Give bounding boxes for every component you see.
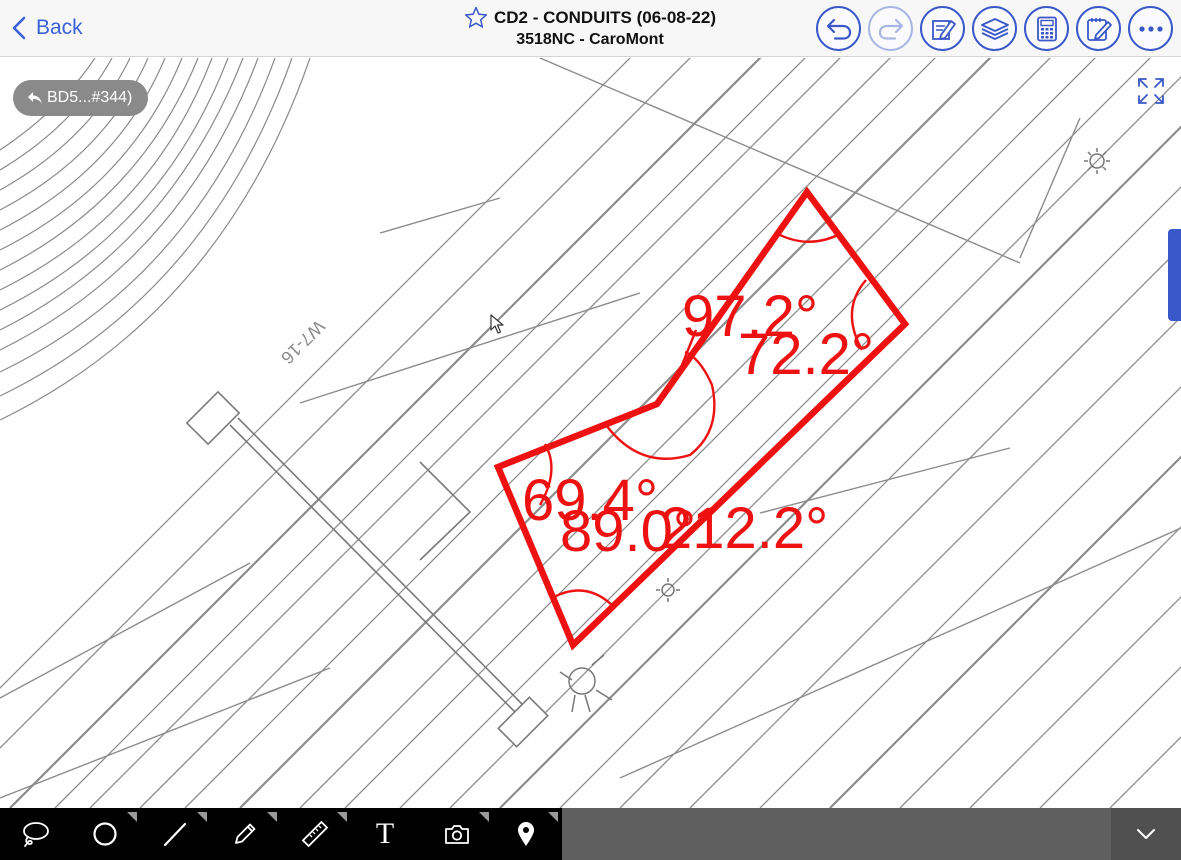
- fullscreen-expand-icon[interactable]: [1136, 76, 1166, 106]
- calculator-icon: [1036, 16, 1057, 41]
- top-navigation-bar: Back CD2 - CONDUITS (06-08-22) 3518NC - …: [0, 0, 1181, 57]
- submenu-corner-indicator: [197, 812, 207, 822]
- redo-button[interactable]: [868, 6, 913, 51]
- more-icon: [1138, 25, 1163, 32]
- redo-icon: [878, 18, 903, 40]
- calculator-button[interactable]: [1024, 6, 1069, 51]
- lasso-tool[interactable]: [5, 808, 65, 860]
- stamp-icon: [931, 19, 956, 40]
- lasso-icon: [23, 822, 49, 847]
- reference-label: BD5...#344): [47, 89, 133, 106]
- submenu-corner-indicator: [267, 812, 277, 822]
- star-icon[interactable]: [464, 6, 488, 29]
- submenu-corner-indicator: [337, 812, 347, 822]
- drawing-canvas[interactable]: W7-16 97.2° 72.2° 69.4° 89.0° 212.2°: [0, 58, 1181, 808]
- markup-toolbar: T: [0, 808, 1181, 860]
- document-title-block: CD2 - CONDUITS (06-08-22) 3518NC - CaroM…: [300, 6, 880, 50]
- pencil-tool[interactable]: [215, 808, 277, 860]
- angle-label-2: 72.2°: [738, 322, 874, 387]
- collapse-toolbar-button[interactable]: [1111, 808, 1181, 860]
- side-panel-handle[interactable]: [1168, 229, 1181, 321]
- circle-tool[interactable]: [75, 808, 137, 860]
- submenu-corner-indicator: [548, 812, 558, 822]
- plan-sheet[interactable]: W7-16 97.2° 72.2° 69.4° 89.0° 212.2°: [0, 58, 1181, 808]
- stamp-button[interactable]: [920, 6, 965, 51]
- text-tool[interactable]: T: [355, 808, 415, 860]
- undo-button[interactable]: [816, 6, 861, 51]
- ruler-tool[interactable]: [285, 808, 347, 860]
- location-pin-icon: [518, 822, 534, 846]
- circle-icon: [93, 822, 117, 846]
- reply-arrow-icon: [28, 92, 42, 104]
- sheet-label: W7-16: [277, 316, 329, 368]
- chevron-down-icon: [1137, 829, 1155, 839]
- camera-tool[interactable]: [427, 808, 489, 860]
- ruler-icon: [301, 820, 329, 848]
- layers-button[interactable]: [972, 6, 1017, 51]
- line-tool[interactable]: [145, 808, 207, 860]
- submenu-corner-indicator: [127, 812, 137, 822]
- submenu-corner-indicator: [479, 812, 489, 822]
- location-pin-tool[interactable]: [496, 808, 558, 860]
- notes-button[interactable]: [1076, 6, 1121, 51]
- document-title: CD2 - CONDUITS (06-08-22): [494, 8, 716, 27]
- project-name: 3518NC - CaroMont: [516, 31, 664, 48]
- header-toolbar: [816, 6, 1173, 51]
- line-icon: [163, 822, 187, 847]
- more-options-button[interactable]: [1128, 6, 1173, 51]
- back-button[interactable]: Back: [12, 12, 83, 44]
- undo-icon: [826, 18, 851, 40]
- conduit-run: [185, 390, 549, 748]
- pencil-icon: [235, 823, 256, 844]
- back-label: Back: [36, 16, 83, 39]
- chevron-left-icon: [12, 16, 26, 40]
- text-tool-label: T: [375, 817, 395, 850]
- mouse-pointer-icon: [490, 314, 504, 334]
- notes-icon: [1086, 17, 1112, 41]
- markup-tools: T: [0, 808, 562, 860]
- camera-icon: [445, 825, 469, 844]
- back-reference-pill[interactable]: BD5...#344): [13, 80, 149, 116]
- angle-label-5: 212.2°: [660, 496, 828, 561]
- layers-icon: [980, 17, 1009, 40]
